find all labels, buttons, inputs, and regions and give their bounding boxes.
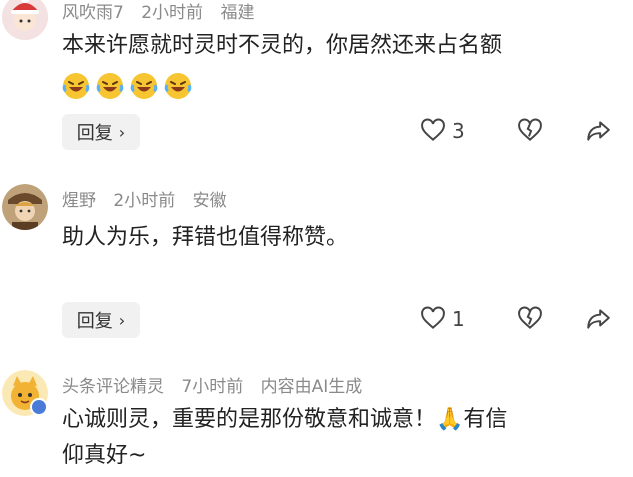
username[interactable]: 头条评论精灵 xyxy=(62,377,164,397)
like-count: 1 xyxy=(452,307,465,331)
like-button[interactable]: 1 xyxy=(420,306,465,332)
like-button[interactable]: 3 xyxy=(420,118,465,144)
share-button[interactable] xyxy=(585,118,611,144)
laughing-crying-emoji xyxy=(96,73,124,99)
comment-text-line2: 仰真好~ xyxy=(62,443,147,468)
verified-badge-icon xyxy=(30,398,48,416)
reply-label: 回复 xyxy=(76,311,113,332)
timestamp: 2小时前 xyxy=(113,191,176,211)
comment-meta: 风吹雨7 2小时前 福建 xyxy=(62,0,266,23)
chevron-right-icon: › xyxy=(118,122,126,142)
dislike-button[interactable] xyxy=(517,306,543,332)
comment-meta: 煋野 2小时前 安徽 xyxy=(62,186,239,211)
comment-text-line1: 心诚则灵，重要的是那份敬意和诚意！ xyxy=(62,407,437,432)
comment-text-line1-tail: 有信 xyxy=(463,407,508,432)
username[interactable]: 煋野 xyxy=(62,191,96,211)
heart-icon xyxy=(421,306,445,329)
comment-item: 煋野 2小时前 安徽 助人为乐，拜错也值得称赞。 回复 › 1 xyxy=(0,180,633,350)
chevron-right-icon: › xyxy=(118,310,126,330)
avatar[interactable] xyxy=(2,370,48,416)
username[interactable]: 风吹雨7 xyxy=(62,3,124,23)
comment-item: 头条评论精灵 7小时前 内容由AI生成 心诚则灵，重要的是那份敬意和诚意！🙏有信… xyxy=(0,360,633,477)
prayer-emoji: 🙏 xyxy=(436,407,464,432)
location: 安徽 xyxy=(192,191,227,211)
laughing-crying-emoji xyxy=(130,73,158,99)
location: 福建 xyxy=(220,3,255,23)
comment-text: 助人为乐，拜错也值得称赞。 xyxy=(62,225,349,250)
heart-icon xyxy=(421,118,445,141)
emoji-row xyxy=(62,72,192,100)
laughing-crying-emoji xyxy=(164,73,192,99)
reply-label: 回复 xyxy=(76,123,113,144)
comment-text: 本来许愿就时灵时不灵的，你居然还来占名额 xyxy=(62,33,503,58)
comment-meta: 头条评论精灵 7小时前 内容由AI生成 xyxy=(62,372,374,397)
avatar[interactable] xyxy=(2,184,48,230)
reply-button[interactable]: 回复 › xyxy=(62,302,140,338)
timestamp: 2小时前 xyxy=(141,3,204,23)
reply-button[interactable]: 回复 › xyxy=(62,114,140,150)
like-count: 3 xyxy=(452,119,465,143)
share-arrow-icon xyxy=(587,121,610,141)
share-arrow-icon xyxy=(587,309,610,329)
laughing-crying-emoji xyxy=(62,73,90,99)
avatar[interactable] xyxy=(2,0,48,40)
comment-text: 心诚则灵，重要的是那份敬意和诚意！🙏有信 仰真好~ xyxy=(62,402,507,474)
broken-heart-icon xyxy=(518,306,542,329)
broken-heart-icon xyxy=(518,118,542,141)
timestamp: 7小时前 xyxy=(181,377,244,397)
share-button[interactable] xyxy=(585,306,611,332)
comment-item: 风吹雨7 2小时前 福建 本来许愿就时灵时不灵的，你居然还来占名额 回复 › 3 xyxy=(0,0,633,170)
ai-generated-note: 内容由AI生成 xyxy=(260,377,363,397)
dislike-button[interactable] xyxy=(517,118,543,144)
